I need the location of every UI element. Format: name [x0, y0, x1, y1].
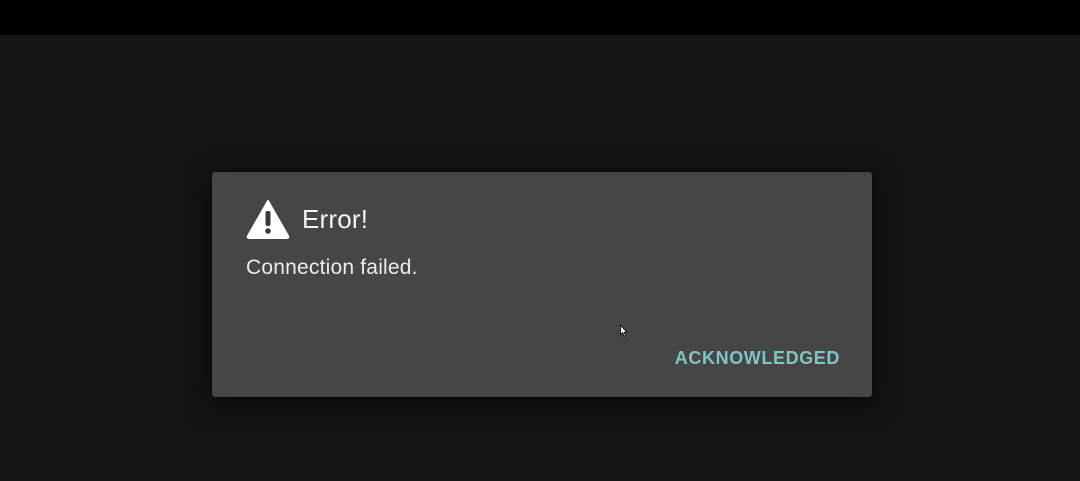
dialog-message: Connection failed.: [246, 256, 418, 279]
error-dialog: Error! Connection failed. ACKNOWLEDGED: [212, 172, 872, 397]
warning-triangle-icon: [246, 199, 290, 239]
dialog-header: Error!: [246, 198, 368, 240]
mouse-pointer-icon: [620, 324, 628, 337]
screen: Error! Connection failed. ACKNOWLEDGED: [0, 0, 1080, 481]
top-bar: [0, 0, 1080, 35]
dialog-title: Error!: [302, 203, 369, 234]
acknowledged-button[interactable]: ACKNOWLEDGED: [665, 342, 850, 375]
